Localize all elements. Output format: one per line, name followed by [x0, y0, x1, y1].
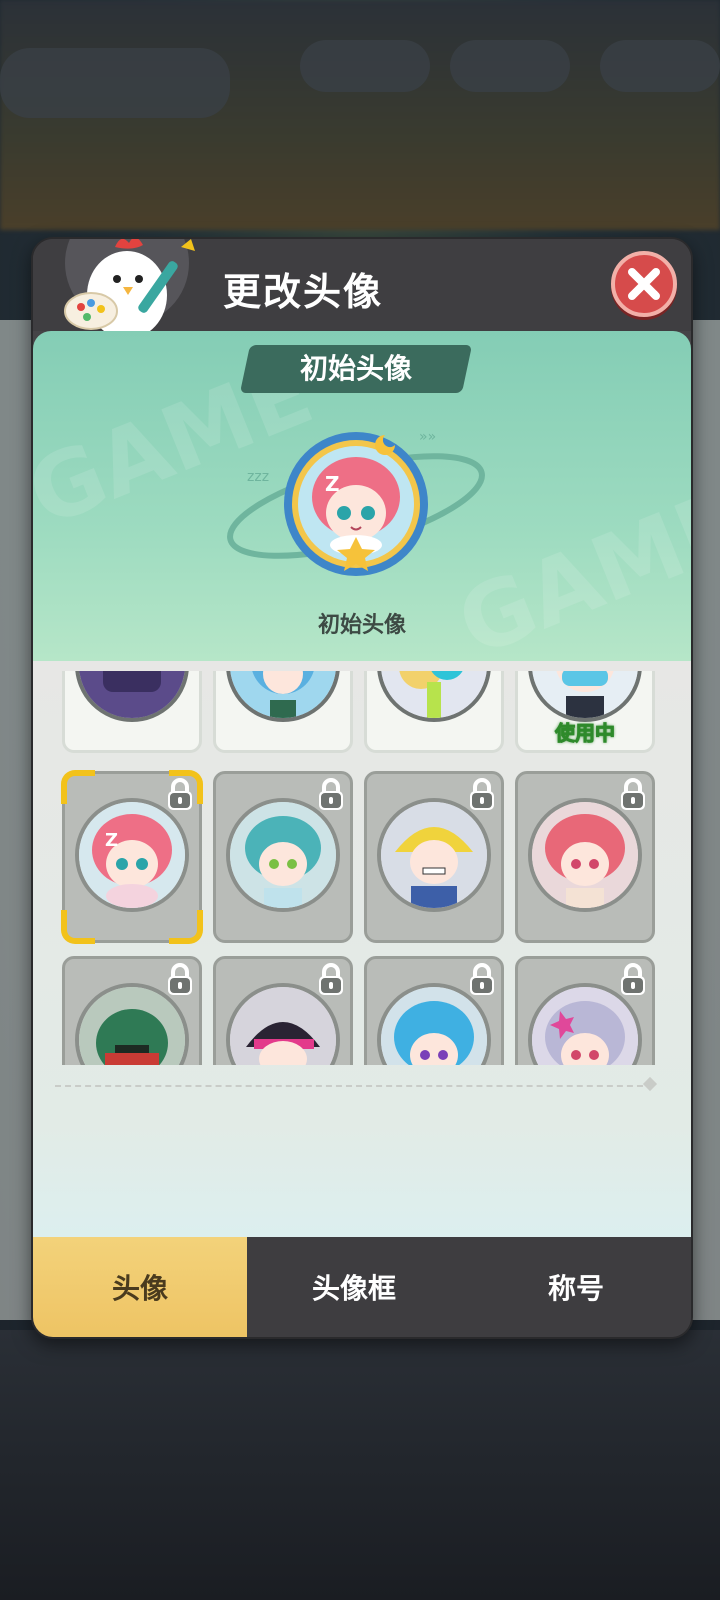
tab-avatar-frame[interactable]: 头像框	[247, 1237, 461, 1337]
divider-diamond-icon	[642, 1076, 658, 1092]
lock-icon	[319, 963, 343, 995]
avatar-grid-area: 使用中 Z	[33, 661, 691, 1239]
preview-avatar-image: Z	[284, 432, 428, 576]
grid-divider	[55, 1085, 653, 1087]
avatar-cell-visor-agent[interactable]	[213, 956, 353, 1065]
avatar-image: Z	[75, 798, 189, 912]
tab-title[interactable]: 称号	[461, 1237, 691, 1337]
svg-text:zzz: zzz	[247, 469, 269, 485]
close-icon	[628, 268, 660, 300]
avatar-preview-panel: GAME GAME 初始头像 zzz »» Z 初始头像	[33, 331, 691, 661]
blurred-profile-pill	[0, 48, 230, 118]
avatar-cell-blonde-grin[interactable]	[364, 771, 504, 943]
blurred-currency-pill	[300, 40, 430, 92]
avatar-cell-pink-sleepy[interactable]: Z	[61, 770, 203, 944]
lock-icon	[168, 963, 192, 995]
lock-icon	[470, 963, 494, 995]
avatar-cell-teal-boy[interactable]	[213, 771, 353, 943]
change-avatar-dialog: 更改头像 GAME GAME 初始头像 zzz »» Z 初始头像 使用中 Z …	[31, 237, 693, 1339]
avatar-cell-blue-mage[interactable]	[213, 671, 353, 753]
blurred-currency-pill	[600, 40, 720, 92]
lock-icon	[319, 778, 343, 810]
avatar-cell-green-warrior[interactable]	[62, 956, 202, 1065]
avatar-image	[528, 671, 642, 722]
avatar-cell-goggles-kid[interactable]	[364, 671, 504, 753]
chicken-painter-icon	[64, 239, 195, 333]
avatar-cell-silver-star-girl[interactable]	[515, 956, 655, 1065]
blurred-currency-pill	[450, 40, 570, 92]
tab-avatar[interactable]: 头像	[33, 1237, 247, 1337]
selection-corner	[169, 910, 203, 944]
close-button[interactable]	[611, 251, 677, 317]
avatar-image	[377, 671, 491, 722]
avatar-grid[interactable]: 使用中 Z	[57, 671, 667, 1065]
preview-avatar-name: 初始头像	[317, 613, 406, 638]
dialog-title: 更改头像	[223, 270, 384, 314]
avatar-cell-blue-hair-girl[interactable]	[364, 956, 504, 1065]
in-use-badge: 使用中	[555, 721, 616, 746]
blurred-bottom-nav	[0, 1330, 720, 1600]
lock-icon	[470, 778, 494, 810]
avatar-image	[377, 798, 491, 912]
preview-tag: 初始头像	[299, 352, 412, 385]
avatar-image	[226, 798, 340, 912]
category-tabs: 头像 头像框 称号	[33, 1237, 691, 1337]
avatar-image	[226, 671, 340, 722]
dialog-header: 更改头像	[33, 239, 691, 333]
selection-corner	[169, 770, 203, 804]
svg-text:Z: Z	[325, 472, 340, 496]
lock-icon	[621, 963, 645, 995]
avatar-cell-purple-robot[interactable]	[62, 671, 202, 753]
avatar-image	[528, 798, 642, 912]
selection-corner	[61, 910, 95, 944]
svg-text:Z: Z	[105, 830, 118, 851]
avatar-cell-pink-girl[interactable]	[515, 771, 655, 943]
avatar-image	[75, 671, 189, 722]
selection-corner	[61, 770, 95, 804]
avatar-cell-masked-girl[interactable]: 使用中	[515, 671, 655, 753]
lock-icon	[621, 778, 645, 810]
